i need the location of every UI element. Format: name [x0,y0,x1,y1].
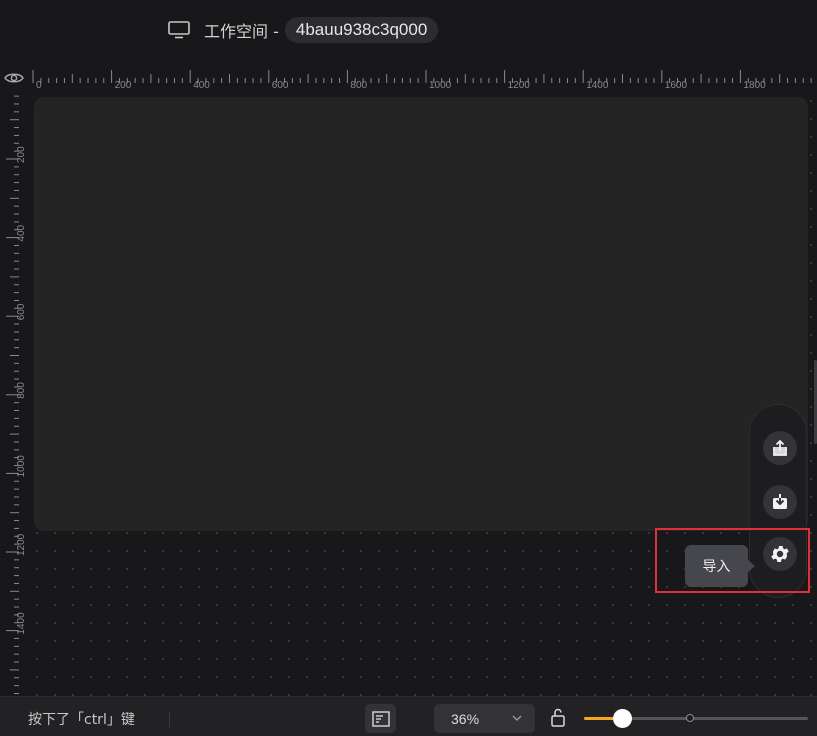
status-divider [169,711,170,727]
ruler-label: 1200 [16,533,27,556]
ruler-vertical[interactable]: 200 400 600 800 1000 1200 1400 [0,92,28,696]
zoom-slider[interactable] [584,709,808,728]
ruler-label: 400 [16,224,27,241]
eye-icon [4,73,24,83]
minimap-toggle-button[interactable] [365,704,396,733]
export-icon [773,439,787,456]
unlock-icon[interactable] [550,707,566,727]
ruler-label: 1600 [665,80,688,91]
ruler-label: 0 [36,80,42,91]
ruler-horizontal[interactable]: 0 200 400 600 800 1000 1200 1400 1600 1800 [28,64,817,92]
monitor-icon [168,21,190,39]
ruler-label: 800 [16,382,27,399]
workspace-title: 工作空间 - 4bauu938c3q000 [168,17,439,43]
ruler-label: 1400 [16,612,27,635]
editor-stage[interactable]: 0 200 400 600 800 1000 1200 1400 1600 1800 200 400… [0,64,817,696]
import-button[interactable] [763,485,797,519]
top-header: 工作空间 - 4bauu938c3q000 [0,0,817,64]
ruler-vertical-svg: 200 400 600 800 1000 1200 1400 [6,95,27,694]
export-button[interactable] [763,431,797,465]
import-icon [773,494,787,509]
ruler-label: 600 [16,303,27,320]
status-message: 按下了「ctrl」键 [28,712,135,728]
minimap-icon [371,710,390,727]
chevron-down-icon [512,715,522,721]
zoom-slider-thumb[interactable] [613,709,633,728]
ruler-label: 1000 [16,455,27,478]
ruler-visibility-toggle[interactable] [0,64,28,92]
highlight-annotation [655,528,810,593]
ruler-label: 1800 [743,80,766,91]
ruler-label: 200 [115,80,132,91]
workspace-label: 工作空间 - [204,22,279,41]
ruler-label: 800 [350,80,367,91]
ruler-label: 1200 [508,80,531,91]
ruler-label: 600 [272,80,289,91]
zoom-select[interactable]: 36% [434,704,535,733]
canvas-artboard[interactable] [34,97,808,531]
workspace-id-badge[interactable]: 4bauu938c3q000 [284,17,439,43]
zoom-value: 36% [451,710,480,727]
ruler-label: 400 [193,80,210,91]
zoom-slider-midpoint [686,714,694,722]
ruler-label: 1400 [586,80,609,91]
status-bar: 按下了「ctrl」键 36% [0,696,817,736]
ruler-horizontal-svg: 0 200 400 600 800 1000 1200 1400 1600 1800 [32,70,812,91]
ruler-label: 1000 [429,80,452,91]
ruler-label: 200 [16,146,27,163]
